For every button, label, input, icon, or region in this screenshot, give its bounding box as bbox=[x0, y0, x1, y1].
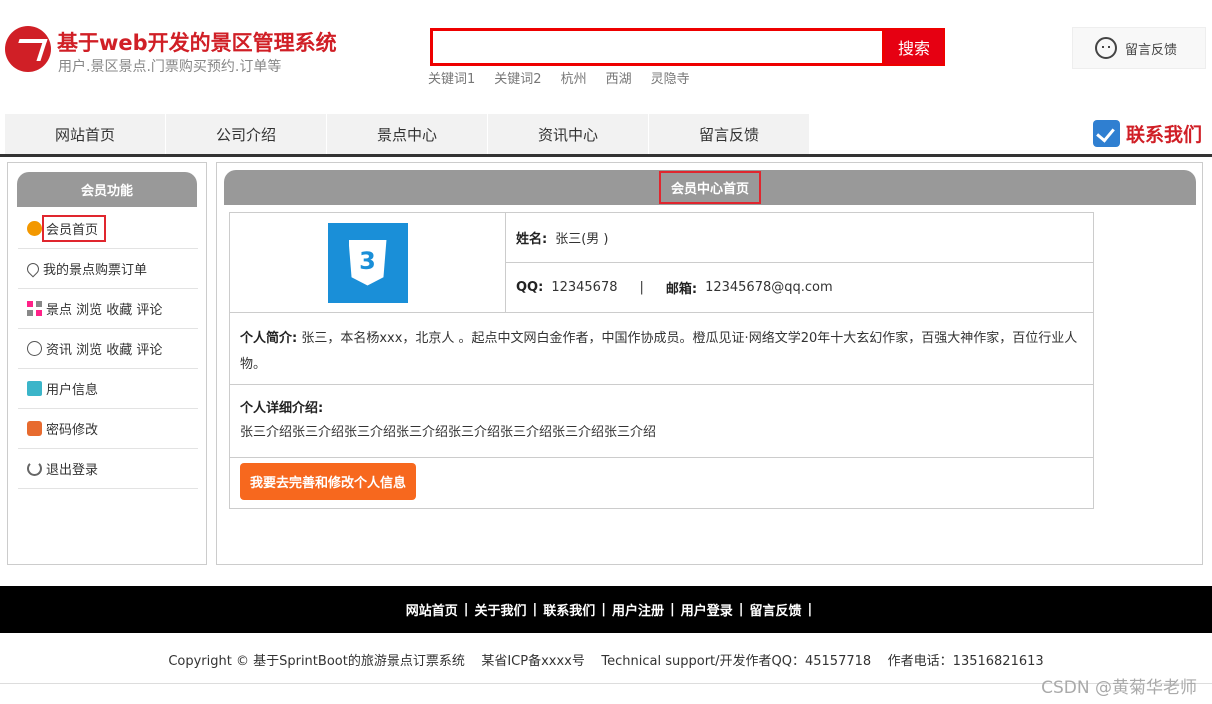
sidebar-item-orders[interactable]: 我的景点购票订单 bbox=[18, 249, 198, 289]
sidebar-menu: 会员首页 我的景点购票订单 景点 浏览 收藏 评论 资讯 浏览 收藏 评论 用户… bbox=[18, 209, 198, 489]
sidebar-item-label: 资讯 浏览 收藏 评论 bbox=[46, 343, 163, 358]
customer-service-icon bbox=[1095, 37, 1117, 59]
nav-item-feedback[interactable]: 留言反馈 bbox=[649, 114, 809, 154]
footer-separator: | bbox=[807, 602, 813, 617]
lock-icon bbox=[27, 421, 42, 436]
keyword-link[interactable]: 杭州 bbox=[561, 68, 587, 87]
footer-link-home[interactable]: 网站首页 bbox=[400, 600, 464, 619]
footer-link-feedback[interactable]: 留言反馈 bbox=[744, 600, 808, 619]
divider bbox=[0, 683, 1212, 684]
home-icon bbox=[27, 221, 42, 236]
name-value: 张三(男 ) bbox=[555, 232, 609, 247]
sidebar-item-member-home[interactable]: 会员首页 bbox=[18, 209, 198, 249]
hot-keywords: 关键词1 关键词2 杭州 西湖 灵隐寺 bbox=[428, 68, 690, 87]
nav-item-scenic[interactable]: 景点中心 bbox=[327, 114, 487, 154]
nav-item-home[interactable]: 网站首页 bbox=[5, 114, 165, 154]
sidebar-item-scenic[interactable]: 景点 浏览 收藏 评论 bbox=[18, 289, 198, 329]
detail-label: 个人详细介绍: bbox=[240, 401, 324, 416]
site-title: 基于web开发的景区管理系统 bbox=[57, 31, 337, 55]
keyword-link[interactable]: 灵隐寺 bbox=[651, 68, 690, 87]
clock-icon bbox=[27, 341, 42, 356]
page-title: 会员中心首页 bbox=[658, 171, 761, 204]
intro-value: 张三，本名杨xxx，北京人 。起点中文网白金作者，中国作协成员。橙瓜见证·网络文… bbox=[240, 331, 1078, 372]
nav-item-news[interactable]: 资讯中心 bbox=[488, 114, 648, 154]
detail-row: 个人详细介绍: 张三介绍张三介绍张三介绍张三介绍张三介绍张三介绍张三介绍张三介绍 bbox=[230, 385, 1093, 458]
member-main-panel: 会员中心首页 3 姓名: 张三(男 ) QQ: 12345678 | 邮箱: 1… bbox=[216, 162, 1203, 565]
sidebar-item-user-info[interactable]: 用户信息 bbox=[18, 369, 198, 409]
footer-link-contact[interactable]: 联系我们 bbox=[537, 600, 601, 619]
keyword-link[interactable]: 关键词1 bbox=[428, 68, 475, 87]
power-icon bbox=[27, 461, 42, 476]
intro-row: 个人简介: 张三，本名杨xxx，北京人 。起点中文网白金作者，中国作协成员。橙瓜… bbox=[230, 313, 1093, 385]
search-button[interactable]: 搜索 bbox=[883, 28, 945, 66]
sidebar-item-label: 会员首页 bbox=[41, 215, 107, 242]
sidebar-item-logout[interactable]: 退出登录 bbox=[18, 449, 198, 489]
sidebar-item-label: 我的景点购票订单 bbox=[43, 263, 148, 278]
feedback-button[interactable]: 留言反馈 bbox=[1072, 27, 1206, 69]
footer-nav: 网站首页 | 关于我们 | 联系我们 | 用户注册 | 用户登录 | 留言反馈 … bbox=[0, 586, 1212, 633]
main-nav: 网站首页 公司介绍 景点中心 资讯中心 留言反馈 联系我们 bbox=[0, 114, 1212, 157]
member-sidebar: 会员功能 会员首页 我的景点购票订单 景点 浏览 收藏 评论 资讯 浏览 收藏 … bbox=[7, 162, 207, 565]
logo-icon[interactable] bbox=[5, 26, 51, 72]
site-header: 基于web开发的景区管理系统 用户.景区景点.门票购买预约.订单等 搜索 关键词… bbox=[0, 0, 1212, 114]
grid-icon bbox=[27, 301, 42, 316]
avatar: 3 bbox=[327, 222, 408, 303]
footer-link-about[interactable]: 关于我们 bbox=[468, 600, 532, 619]
qq-label: QQ: bbox=[516, 280, 544, 295]
sidebar-title: 会员功能 bbox=[17, 172, 197, 207]
sidebar-item-label: 景点 浏览 收藏 评论 bbox=[46, 303, 163, 318]
footer-link-register[interactable]: 用户注册 bbox=[606, 600, 670, 619]
copyright-text: Copyright © 基于SprintBoot的旅游景点订票系统 某省ICP备… bbox=[168, 654, 1044, 669]
profile-table: 3 姓名: 张三(男 ) QQ: 12345678 | 邮箱: 12345678… bbox=[229, 212, 1094, 509]
detail-value: 张三介绍张三介绍张三介绍张三介绍张三介绍张三介绍张三介绍张三介绍 bbox=[240, 425, 657, 440]
separator: | bbox=[639, 280, 644, 295]
edit-profile-button[interactable]: 我要去完善和修改个人信息 bbox=[240, 463, 417, 500]
email-value: 12345678@qq.com bbox=[705, 280, 833, 295]
main-panel-header: 会员中心首页 bbox=[224, 170, 1196, 205]
sidebar-item-label: 用户信息 bbox=[46, 383, 99, 398]
sidebar-item-label: 密码修改 bbox=[46, 423, 99, 438]
sidebar-item-label: 退出登录 bbox=[46, 463, 99, 478]
qq-value: 12345678 bbox=[551, 280, 618, 295]
heart-icon bbox=[24, 260, 42, 277]
check-icon bbox=[1092, 120, 1120, 147]
contact-us-label: 联系我们 bbox=[1125, 124, 1202, 146]
watermark-text: CSDN @黄菊华老师 bbox=[1041, 678, 1197, 698]
footer-link-login[interactable]: 用户登录 bbox=[675, 600, 739, 619]
user-icon bbox=[27, 381, 42, 396]
keyword-link[interactable]: 西湖 bbox=[606, 68, 632, 87]
sidebar-item-password[interactable]: 密码修改 bbox=[18, 409, 198, 449]
nav-item-about[interactable]: 公司介绍 bbox=[166, 114, 326, 154]
contact-us-link[interactable]: 联系我们 bbox=[1092, 120, 1202, 147]
site-subtitle: 用户.景区景点.门票购买预约.订单等 bbox=[58, 59, 282, 75]
email-label: 邮箱: bbox=[665, 282, 698, 297]
feedback-label: 留言反馈 bbox=[1125, 42, 1178, 58]
sidebar-item-news[interactable]: 资讯 浏览 收藏 评论 bbox=[18, 329, 198, 369]
intro-label: 个人简介: bbox=[240, 331, 298, 346]
css3-logo-icon: 3 bbox=[348, 239, 387, 286]
name-label: 姓名: bbox=[516, 232, 548, 247]
search-input[interactable] bbox=[430, 28, 885, 66]
keyword-link[interactable]: 关键词2 bbox=[494, 68, 541, 87]
